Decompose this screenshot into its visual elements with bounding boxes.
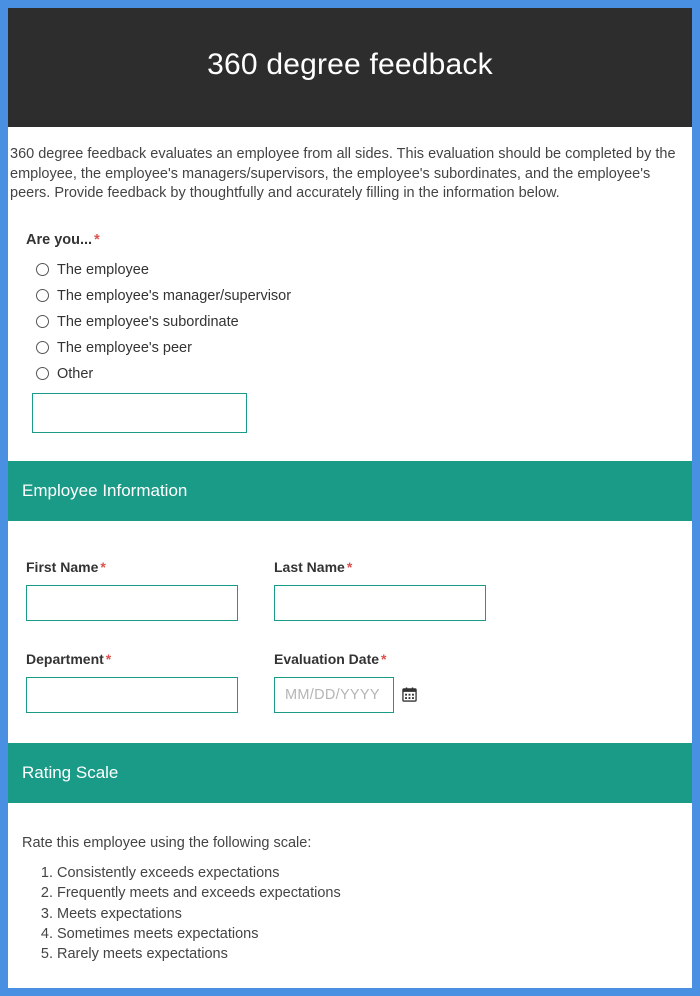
- radio-icon[interactable]: [36, 315, 49, 328]
- rating-scale-item: Sometimes meets expectations: [57, 924, 678, 944]
- role-option-manager[interactable]: The employee's manager/supervisor: [26, 283, 674, 309]
- first-name-input[interactable]: [26, 585, 238, 621]
- role-option-label: The employee's subordinate: [57, 314, 239, 330]
- role-option-label: The employee's manager/supervisor: [57, 288, 291, 304]
- department-label: Department*: [26, 651, 244, 667]
- required-mark: *: [94, 232, 100, 248]
- calendar-icon[interactable]: [402, 687, 417, 702]
- radio-icon[interactable]: [36, 341, 49, 354]
- role-option-other[interactable]: Other: [26, 361, 674, 387]
- role-option-label: Other: [57, 366, 93, 382]
- employee-info-heading: Employee Information: [8, 461, 692, 521]
- rating-scale-item: Meets expectations: [57, 904, 678, 924]
- radio-icon[interactable]: [36, 263, 49, 276]
- required-mark: *: [347, 559, 352, 575]
- form-title: 360 degree feedback: [18, 48, 682, 82]
- role-question-label-text: Are you...: [26, 232, 92, 248]
- radio-icon[interactable]: [36, 367, 49, 380]
- rating-scale-list: Consistently exceeds expectations Freque…: [57, 863, 678, 964]
- radio-icon[interactable]: [36, 289, 49, 302]
- last-name-input[interactable]: [274, 585, 486, 621]
- form-header: 360 degree feedback: [8, 8, 692, 127]
- department-input[interactable]: [26, 677, 238, 713]
- employee-info-body: First Name* Last Name* Department* Ev: [8, 521, 692, 743]
- intro-text: 360 degree feedback evaluates an employe…: [8, 127, 692, 204]
- role-option-peer[interactable]: The employee's peer: [26, 335, 674, 361]
- form-page: 360 degree feedback 360 degree feedback …: [8, 8, 692, 988]
- required-mark: *: [381, 651, 386, 667]
- required-mark: *: [100, 559, 105, 575]
- role-question-label: Are you...*: [26, 232, 674, 248]
- last-name-label: Last Name*: [274, 559, 492, 575]
- role-question-block: Are you...* The employee The employee's …: [8, 204, 692, 461]
- role-other-input[interactable]: [32, 393, 247, 433]
- required-mark: *: [106, 651, 111, 667]
- rating-scale-item: Frequently meets and exceeds expectation…: [57, 883, 678, 903]
- eval-date-input[interactable]: [274, 677, 394, 713]
- rating-scale-item: Consistently exceeds expectations: [57, 863, 678, 883]
- rating-scale-intro: Rate this employee using the following s…: [22, 833, 678, 853]
- role-option-label: The employee: [57, 262, 149, 278]
- rating-scale-heading: Rating Scale: [8, 743, 692, 803]
- rating-scale-item: Rarely meets expectations: [57, 944, 678, 964]
- eval-date-label: Evaluation Date*: [274, 651, 492, 667]
- role-option-employee[interactable]: The employee: [26, 257, 674, 283]
- role-option-label: The employee's peer: [57, 340, 192, 356]
- rating-scale-body: Rate this employee using the following s…: [8, 803, 692, 989]
- role-option-subordinate[interactable]: The employee's subordinate: [26, 309, 674, 335]
- first-name-label: First Name*: [26, 559, 244, 575]
